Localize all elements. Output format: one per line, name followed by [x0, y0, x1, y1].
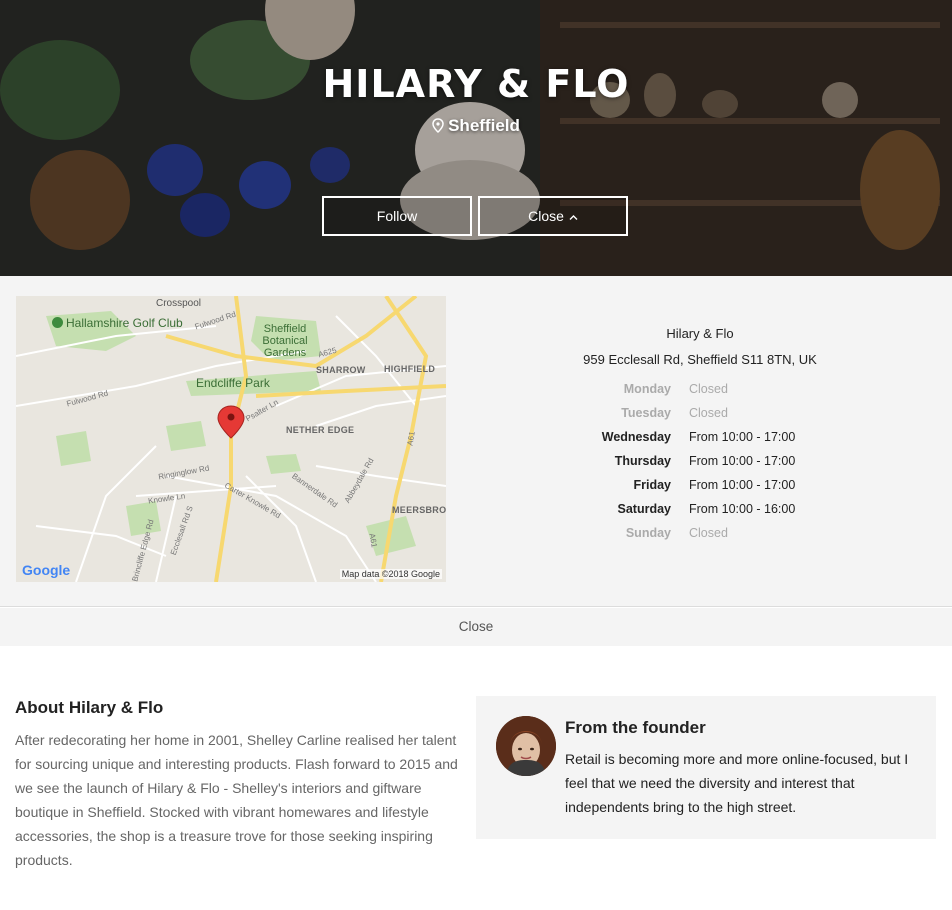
hours-row-monday: Monday Closed: [476, 382, 924, 406]
close-panel-button[interactable]: Close: [0, 608, 952, 646]
map-label-nether-edge: NETHER EDGE: [286, 425, 355, 435]
close-details-button[interactable]: Close: [478, 196, 628, 236]
hours-day: Thursday: [614, 454, 671, 468]
hero-banner: HILARY & FLO Sheffield Follow Close: [0, 0, 952, 276]
map-label-sharrow: SHARROW: [316, 365, 366, 375]
opening-hours: Monday Closed Tuesday Closed Wednesday F…: [476, 382, 924, 550]
golf-icon: [52, 317, 63, 328]
google-logo: Google: [22, 562, 71, 578]
hours-day: Tuesday: [621, 406, 671, 420]
founder-card: From the founder Retail is becoming more…: [476, 696, 936, 839]
business-name: Hilary & Flo: [666, 326, 734, 341]
hours-time: From 10:00 - 17:00: [689, 430, 796, 444]
hours-row-thursday: Thursday From 10:00 - 17:00: [476, 454, 924, 478]
business-address: 959 Ecclesall Rd, Sheffield S11 8TN, UK: [583, 352, 817, 367]
follow-button[interactable]: Follow: [322, 196, 472, 236]
about-title: About Hilary & Flo: [15, 698, 164, 717]
founder-title: From the founder: [565, 718, 706, 737]
hours-row-tuesday: Tuesday Closed: [476, 406, 924, 430]
location-pin-icon: [432, 118, 444, 138]
page-title: HILARY & FLO: [322, 62, 630, 106]
hours-day: Sunday: [625, 526, 671, 540]
location-label: Sheffield: [448, 116, 520, 135]
map[interactable]: Crosspool Hallamshire Golf Club Sheffiel…: [16, 296, 446, 582]
hours-time: Closed: [689, 406, 728, 420]
hours-time: Closed: [689, 526, 728, 540]
map-label-gardens: Sheffield Botanical Gardens: [262, 323, 308, 359]
map-label-golf: Hallamshire Golf Club: [52, 316, 183, 330]
founder-quote: Retail is becoming more and more online-…: [565, 751, 909, 815]
hours-day: Friday: [633, 478, 671, 492]
hours-time: From 10:00 - 17:00: [689, 454, 796, 468]
map-canvas: [16, 296, 446, 582]
close-details-label: Close: [528, 208, 564, 224]
hours-row-sunday: Sunday Closed: [476, 526, 924, 550]
store-info-panel: Crosspool Hallamshire Golf Club Sheffiel…: [0, 276, 952, 607]
map-label-endcliffe: Endcliffe Park: [196, 376, 270, 390]
founder-avatar: [496, 716, 556, 776]
hours-row-friday: Friday From 10:00 - 17:00: [476, 478, 924, 502]
chevron-up-icon: [569, 208, 578, 224]
hero-overlay: [0, 0, 952, 276]
hours-time: From 10:00 - 17:00: [689, 478, 796, 492]
about-text: After redecorating her home in 2001, She…: [15, 732, 458, 868]
map-label-crosspool: Crosspool: [156, 298, 202, 309]
hours-row-wednesday: Wednesday From 10:00 - 17:00: [476, 430, 924, 454]
location: Sheffield: [0, 116, 952, 138]
hours-row-saturday: Saturday From 10:00 - 16:00: [476, 502, 924, 526]
map-label-meersbrook: MEERSBROO: [392, 505, 446, 515]
hours-time: Closed: [689, 382, 728, 396]
hours-day: Saturday: [617, 502, 672, 516]
hours-day: Monday: [623, 382, 671, 396]
map-attribution: Map data ©2018 Google: [339, 569, 442, 579]
hours-day: Wednesday: [601, 430, 671, 444]
map-label-golf-text: Hallamshire Golf Club: [66, 316, 183, 330]
map-label-highfield: HIGHFIELD: [384, 364, 436, 374]
hours-time: From 10:00 - 16:00: [689, 502, 796, 516]
